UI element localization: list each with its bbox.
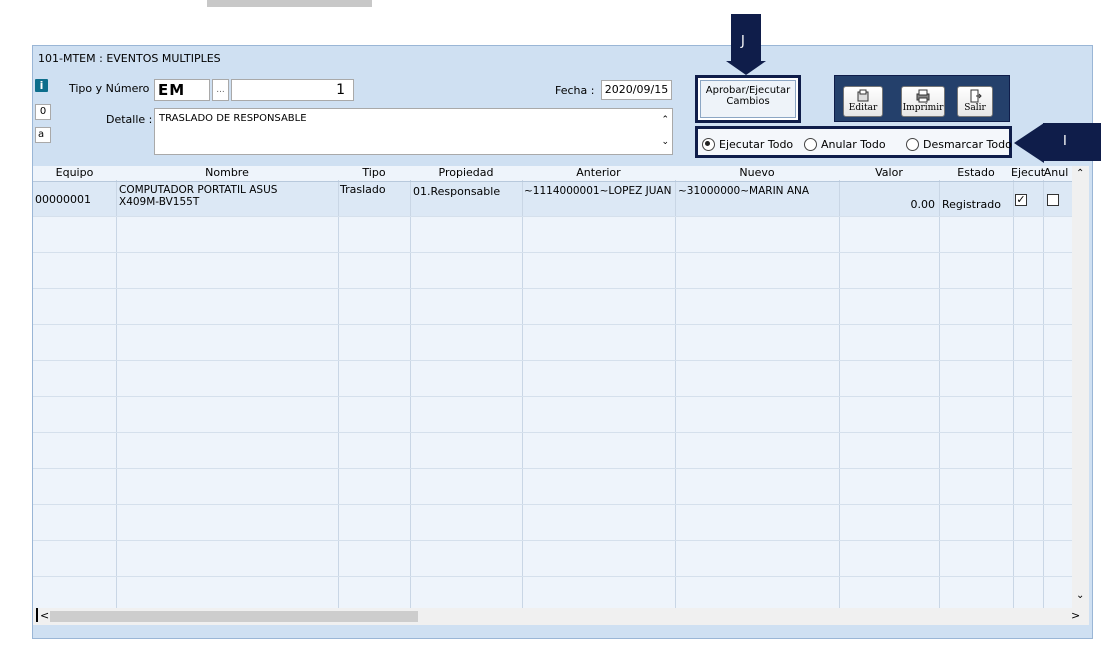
col-header-anul[interactable]: Anul xyxy=(1043,166,1069,180)
callout-j-label: J xyxy=(741,34,745,49)
col-header-anterior[interactable]: Anterior xyxy=(522,166,675,180)
radio-anular-indicator xyxy=(804,138,817,151)
grid-row-line xyxy=(33,504,1072,505)
scroll-thumb[interactable] xyxy=(50,611,418,622)
grid-col-line xyxy=(116,180,117,608)
fecha-input[interactable]: 2020/09/15 xyxy=(601,80,672,100)
scroll-left-arrow-icon[interactable]: < xyxy=(40,609,49,622)
text-cursor xyxy=(36,608,38,622)
col-header-estado[interactable]: Estado xyxy=(939,166,1013,180)
grid-col-line xyxy=(1013,180,1014,608)
detalle-textarea[interactable]: TRASLADO DE RESPONSABLE ⌃ ⌄ xyxy=(154,108,673,155)
cell-estado[interactable]: Registrado xyxy=(942,198,1001,211)
grid-col-line xyxy=(939,180,940,608)
grid-row-line xyxy=(33,360,1072,361)
radio-desmarcar-label: Desmarcar Todo xyxy=(923,138,1012,151)
callout-j: J xyxy=(731,14,761,62)
radio-anular-todo[interactable]: Anular Todo xyxy=(804,138,886,151)
radio-ejecutar-todo[interactable]: Ejecutar Todo xyxy=(702,138,793,151)
side-box-bottom[interactable]: a xyxy=(35,127,51,143)
lookup-button[interactable]: ... xyxy=(212,79,229,101)
callout-i-label: I xyxy=(1063,134,1067,149)
events-grid[interactable] xyxy=(33,166,1072,608)
horizontal-scrollbar[interactable]: < > xyxy=(33,608,1089,625)
fecha-label: Fecha : xyxy=(555,84,595,97)
scroll-up-arrow-icon[interactable]: ⌃ xyxy=(1076,168,1084,179)
grid-col-line xyxy=(839,180,840,608)
cell-valor[interactable]: 0.00 xyxy=(839,198,936,211)
edit-label: Editar xyxy=(848,103,878,113)
vertical-scrollbar[interactable]: ⌃ ⌄ xyxy=(1072,166,1089,608)
cell-propiedad[interactable]: 01.Responsable xyxy=(413,185,500,198)
scroll-down-icon[interactable]: ⌄ xyxy=(661,137,669,147)
edit-button[interactable]: Editar xyxy=(843,86,883,117)
printer-icon xyxy=(916,89,930,103)
checkbox-anul[interactable] xyxy=(1047,194,1059,206)
grid-row-line xyxy=(33,540,1072,541)
radio-desmarcar-todo[interactable]: Desmarcar Todo xyxy=(906,138,1012,151)
cell-tipo[interactable]: Traslado xyxy=(340,183,386,196)
cell-nuevo[interactable]: ~31000000~MARIN ANA xyxy=(678,185,809,197)
callout-j-arrow xyxy=(726,61,766,75)
exit-label: Salir xyxy=(964,103,986,113)
col-header-tipo[interactable]: Tipo xyxy=(338,166,410,180)
side-box-top[interactable]: 0 xyxy=(35,104,51,120)
grid-col-line xyxy=(410,180,411,608)
grid-row-line xyxy=(33,432,1072,433)
detalle-text: TRASLADO DE RESPONSABLE xyxy=(159,113,307,124)
grid-col-line xyxy=(338,180,339,608)
scroll-right-arrow-icon[interactable]: > xyxy=(1071,609,1080,622)
col-header-valor[interactable]: Valor xyxy=(839,166,939,180)
col-header-ejecut[interactable]: Ejecut xyxy=(1011,166,1045,180)
radio-ejecutar-label: Ejecutar Todo xyxy=(719,138,794,151)
info-icon[interactable]: i xyxy=(35,79,48,92)
cell-equipo[interactable]: 00000001 xyxy=(35,193,91,206)
numero-input[interactable]: 1 xyxy=(231,79,354,101)
print-button[interactable]: Imprimir xyxy=(901,86,945,117)
grid-col-line xyxy=(522,180,523,608)
edit-icon xyxy=(857,89,869,102)
col-header-equipo[interactable]: Equipo xyxy=(33,166,116,180)
tipo-input[interactable]: EM xyxy=(154,79,210,101)
radio-anular-label: Anular Todo xyxy=(821,138,886,151)
exit-door-icon xyxy=(970,89,982,103)
scroll-up-icon[interactable]: ⌃ xyxy=(661,115,669,125)
radio-ejecutar-indicator xyxy=(702,138,715,151)
col-header-nuevo[interactable]: Nuevo xyxy=(675,166,839,180)
grid-row-line xyxy=(33,288,1072,289)
col-header-nombre[interactable]: Nombre xyxy=(116,166,338,180)
checkbox-ejecut[interactable]: ✓ xyxy=(1015,194,1027,206)
approve-button[interactable]: Aprobar/Ejecutar Cambios xyxy=(700,80,796,118)
scroll-down-arrow-icon[interactable]: ⌄ xyxy=(1076,590,1084,601)
exit-button[interactable]: Salir xyxy=(957,86,993,117)
grid-row-line xyxy=(33,181,1072,182)
grid-col-line xyxy=(675,180,676,608)
top-gray-strip xyxy=(207,0,372,7)
detalle-label: Detalle : xyxy=(106,113,153,126)
callout-i: I xyxy=(1043,123,1101,161)
grid-row-line xyxy=(33,468,1072,469)
radio-desmarcar-indicator xyxy=(906,138,919,151)
grid-row-line xyxy=(33,396,1072,397)
grid-col-line xyxy=(1043,180,1044,608)
col-header-propiedad[interactable]: Propiedad xyxy=(410,166,522,180)
cell-nombre[interactable]: COMPUTADOR PORTATIL ASUS X409M-BV155T xyxy=(119,184,304,208)
tipo-label: Tipo y Número : xyxy=(69,82,157,95)
grid-row-line xyxy=(33,576,1072,577)
grid-row-line xyxy=(33,216,1072,217)
grid-row-line xyxy=(33,252,1072,253)
approve-button-label: Aprobar/Ejecutar Cambios xyxy=(705,85,791,107)
callout-i-arrow xyxy=(1014,123,1044,163)
cell-anterior[interactable]: ~1114000001~LOPEZ JUAN xyxy=(524,185,671,197)
print-label: Imprimir xyxy=(902,103,944,113)
grid-row-line xyxy=(33,324,1072,325)
window-title: 101-MTEM : EVENTOS MULTIPLES xyxy=(38,52,221,65)
